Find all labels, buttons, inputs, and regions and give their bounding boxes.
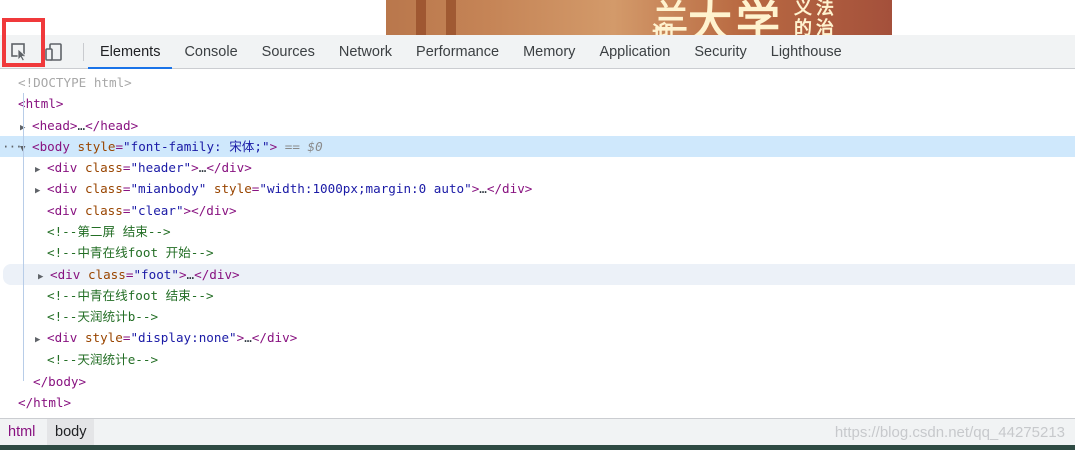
attr-name: class xyxy=(84,181,123,197)
inspected-page-strip: 兰 大 学 法 义 的 迎 治 xyxy=(0,0,1075,35)
selected-node-marker: == $0 xyxy=(284,139,323,154)
tab-sources[interactable]: Sources xyxy=(250,35,327,69)
toolbar-divider xyxy=(83,43,84,61)
body-tag-name: body xyxy=(39,139,70,154)
tag-name: div xyxy=(54,202,78,218)
html-open-tag: <html> xyxy=(18,96,64,111)
close-tag: </div> xyxy=(191,202,237,218)
tab-elements[interactable]: Elements xyxy=(88,35,173,69)
tab-application[interactable]: Application xyxy=(587,35,682,69)
banner-glyph: 迎 xyxy=(652,21,675,35)
attr-value: "clear" xyxy=(130,202,184,218)
dom-node-div[interactable]: ▶ <div class="header">…</div> xyxy=(0,157,1075,178)
dom-node-comment[interactable]: <!--天润统计b--> xyxy=(0,306,1075,327)
dom-node-comment[interactable]: <!--中青在线foot 结束--> xyxy=(0,285,1075,306)
panel-tabs: Elements Console Sources Network Perform… xyxy=(88,35,854,69)
collapsed-ellipsis: … xyxy=(244,330,252,346)
watermark-text: https://blog.csdn.net/qq_44275213 xyxy=(834,424,1065,441)
tag-name: div xyxy=(57,266,81,282)
comment-text: <!--天润统计e--> xyxy=(47,351,159,367)
head-close-tag: </head> xyxy=(85,118,139,133)
banner-glyph: 的 xyxy=(794,18,812,35)
banner-curtain xyxy=(446,0,456,35)
dom-node-div[interactable]: ▶ <div class="mianbody" style="width:1000… xyxy=(0,178,1075,199)
breadcrumb-html[interactable]: html xyxy=(0,419,43,446)
close-tag: </div> xyxy=(251,330,298,346)
more-actions-icon[interactable]: ··· xyxy=(2,136,23,157)
open-tag-bracket: <div xyxy=(47,160,78,175)
html-close-tag: </html> xyxy=(18,395,72,410)
close-tag: </div> xyxy=(194,266,240,282)
open-tag-bracket: <div xyxy=(47,330,78,346)
attr-value: "font-family: 宋体;" xyxy=(123,139,270,154)
close-tag: </div> xyxy=(206,160,252,175)
dom-node-head[interactable]: ▶<head>…</head> xyxy=(0,115,1075,136)
tag-name: div xyxy=(54,160,78,175)
banner-glyph: 大 xyxy=(688,0,732,35)
body-close-tag: </body> xyxy=(33,374,87,389)
devtools-toolbar: Elements Console Sources Network Perform… xyxy=(0,35,1075,69)
dom-tree: <!DOCTYPE html> <html> ▶<head>…</head> ·… xyxy=(0,72,1075,417)
tab-console[interactable]: Console xyxy=(172,35,249,69)
bottom-strip xyxy=(0,445,1075,450)
page-banner-image: 兰 大 学 法 义 的 迎 治 xyxy=(386,0,892,35)
attr-name: class xyxy=(87,266,126,282)
attr-value: "mianbody" xyxy=(130,181,207,197)
dom-node-div[interactable]: ▶ <div class="foot">…</div> xyxy=(3,263,1075,285)
tab-performance[interactable]: Performance xyxy=(404,35,511,69)
dom-node-body-close[interactable]: </body> xyxy=(0,371,1075,392)
comment-text: <!--第二屏 结束--> xyxy=(47,223,171,239)
tree-indent-guide xyxy=(23,93,24,381)
attr-value: "header" xyxy=(130,160,192,175)
attr-name: class xyxy=(84,202,123,218)
device-toolbar-icon[interactable] xyxy=(43,41,65,63)
attr-value: "foot" xyxy=(133,266,179,282)
tag-name: div xyxy=(54,330,78,346)
breadcrumb-body[interactable]: body xyxy=(47,419,95,446)
doctype-text: <!DOCTYPE html> xyxy=(18,75,132,90)
open-tag-bracket: <div xyxy=(47,202,78,218)
collapsed-ellipsis: … xyxy=(479,181,487,197)
attr-name: class xyxy=(84,160,123,175)
attr-value: "display:none" xyxy=(130,330,237,346)
dom-node-comment[interactable]: <!--天润统计e--> xyxy=(0,349,1075,370)
red-highlight-annotation xyxy=(2,18,45,67)
tab-network[interactable]: Network xyxy=(327,35,404,69)
attr-name: style xyxy=(213,181,252,197)
dom-node-html[interactable]: <html> xyxy=(0,93,1075,114)
collapsed-ellipsis: … xyxy=(186,266,195,282)
comment-text: <!--天润统计b--> xyxy=(47,309,159,325)
open-tag-bracket: <div xyxy=(50,266,81,282)
banner-glyph: 学 xyxy=(736,0,780,35)
dom-node-doctype[interactable]: <!DOCTYPE html> xyxy=(0,72,1075,93)
dom-node-comment[interactable]: <!--中青在线foot 开始--> xyxy=(0,242,1075,263)
tab-security[interactable]: Security xyxy=(682,35,758,69)
breadcrumb-bar: html body https://blog.csdn.net/qq_44275… xyxy=(0,418,1075,446)
comment-text: <!--中青在线foot 开始--> xyxy=(47,245,214,261)
head-open-tag: <head> xyxy=(32,118,78,133)
banner-curtain xyxy=(416,0,426,35)
open-tag-bracket: <div xyxy=(47,181,78,197)
close-tag: </div> xyxy=(486,181,533,197)
attr-value: "width:1000px;margin:0 auto" xyxy=(259,181,472,197)
tab-lighthouse[interactable]: Lighthouse xyxy=(759,35,854,69)
comment-text: <!--中青在线foot 结束--> xyxy=(47,287,214,303)
banner-glyph: 治 xyxy=(816,18,834,35)
attr-name: style xyxy=(77,139,116,154)
dom-node-div[interactable]: <div class="clear"></div> xyxy=(0,200,1075,221)
tab-memory[interactable]: Memory xyxy=(511,35,587,69)
dom-node-comment[interactable]: <!--第二屏 结束--> xyxy=(0,221,1075,242)
dom-node-html-close[interactable]: </html> xyxy=(0,392,1075,413)
attr-name: style xyxy=(84,330,123,346)
dom-node-div[interactable]: ▶ <div style="display:none">…</div> xyxy=(0,327,1075,348)
dom-node-body[interactable]: ··· ▼<body style="font-family: 宋体;"> == … xyxy=(0,136,1075,157)
collapsed-ellipsis: … xyxy=(77,118,86,133)
tag-name: div xyxy=(54,181,78,197)
